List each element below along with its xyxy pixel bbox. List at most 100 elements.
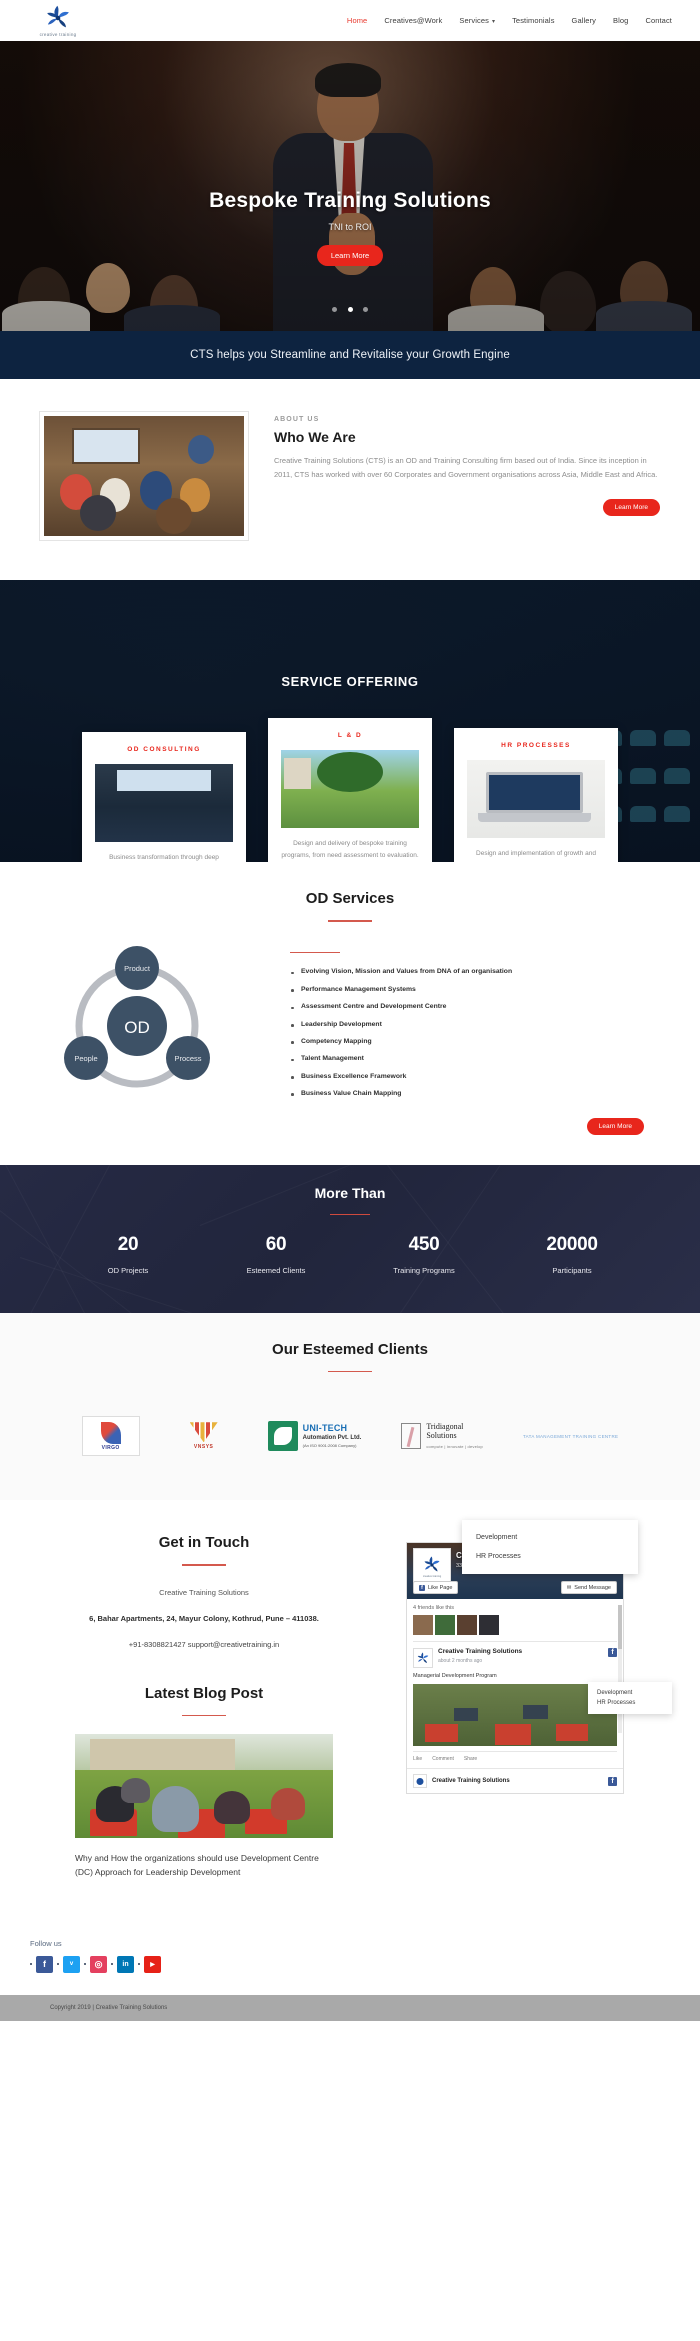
nav-item-blog[interactable]: Blog bbox=[613, 16, 628, 25]
facebook-comment-action[interactable]: Comment bbox=[432, 1756, 454, 1762]
nav-item-services[interactable]: Services ▾ bbox=[459, 16, 495, 25]
hero-title: Bespoke Training Solutions bbox=[209, 189, 491, 212]
client-logo-label: UNI-TECH bbox=[302, 1423, 348, 1434]
avatar-logo-text: creative training bbox=[422, 1575, 442, 1579]
service-card-image bbox=[467, 760, 605, 838]
facebook-post: Creative Training Solutions about 2 mont… bbox=[413, 1641, 617, 1762]
facebook-post-image[interactable] bbox=[413, 1684, 617, 1747]
hero-slide-dot-1[interactable] bbox=[332, 307, 338, 312]
follow-us-label: Follow us bbox=[30, 1938, 62, 1948]
client-logo-row: VIRGO VNSYS UNI-TECH Automation Pvt. Ltd… bbox=[30, 1414, 670, 1458]
od-learn-more-button[interactable]: Learn More bbox=[586, 1117, 644, 1135]
client-logo-virgo: VIRGO bbox=[81, 1414, 140, 1458]
svg-text:Product: Product bbox=[124, 964, 151, 973]
svg-text:People: People bbox=[74, 1054, 97, 1063]
stat-training-programs: 450 Training Programs bbox=[350, 1234, 498, 1275]
about-kicker: ABOUT US bbox=[274, 416, 320, 423]
nav-item-services-label: Services bbox=[459, 16, 489, 25]
social-separator-dot bbox=[57, 1963, 59, 1966]
service-card-image bbox=[281, 750, 419, 828]
about-paragraph: Creative Training Solutions (CTS) is an … bbox=[274, 456, 658, 479]
client-logo-line3: compute | innovate | develop bbox=[426, 1443, 483, 1449]
nav-menu: Home Creatives@Work Services ▾ Testimonia… bbox=[347, 16, 678, 25]
facebook-send-message-label: Send Message bbox=[574, 1584, 611, 1591]
od-services-heading: OD Services bbox=[305, 890, 395, 907]
stat-label: Esteemed Clients bbox=[246, 1265, 306, 1275]
pinwheel-logo-icon bbox=[47, 5, 69, 27]
dropdown-item-development[interactable]: Development bbox=[462, 1528, 638, 1547]
facebook-post-avatar bbox=[413, 1648, 433, 1669]
facebook-share-action[interactable]: Share bbox=[464, 1756, 477, 1762]
facebook-friends-text: 4 friends like this bbox=[413, 1605, 454, 1612]
facebook-widget-column: creative training Creative Training Solu… bbox=[396, 1520, 672, 1879]
od-list-item: Competency Mapping bbox=[290, 1033, 670, 1050]
navbar: creative training Home Creatives@Work Se… bbox=[0, 0, 700, 41]
tagline-banner: CTS helps you Streamline and Revitalise … bbox=[0, 331, 700, 379]
od-list-item: Leadership Development bbox=[290, 1015, 670, 1032]
follow-us-section: Follow us f ᵛ ◎ in ▶ bbox=[30, 1939, 670, 1995]
facebook-post-author[interactable]: Creative Training Solutions bbox=[438, 1648, 522, 1656]
facebook-post-text: Managerial Development Program bbox=[413, 1673, 497, 1680]
about-image bbox=[40, 412, 248, 540]
facebook-like-action[interactable]: Like bbox=[413, 1756, 422, 1762]
contact-divider bbox=[182, 1564, 226, 1566]
social-separator-dot bbox=[111, 1963, 113, 1966]
facebook-footer-name[interactable]: Creative Training Solutions bbox=[432, 1778, 510, 1784]
stat-participants: 20000 Participants bbox=[498, 1234, 646, 1275]
hero-slide-dot-2[interactable] bbox=[347, 307, 353, 312]
nav-item-gallery[interactable]: Gallery bbox=[572, 16, 596, 25]
service-card-desc: Business transformation through deep dia… bbox=[109, 854, 219, 861]
client-logo-vnsys: VNSYS bbox=[180, 1414, 228, 1458]
about-learn-more-button[interactable]: Learn More bbox=[602, 498, 660, 516]
od-services-list: Evolving Vision, Mission and Values from… bbox=[290, 938, 670, 1103]
client-logo-label: TATA MANAGEMENT TRAINING CENTRE bbox=[522, 1433, 619, 1439]
blog-post-title[interactable]: Why and How the organizations should use… bbox=[75, 1852, 333, 1878]
facebook-like-page-button[interactable]: f Like Page bbox=[413, 1581, 459, 1595]
social-separator-dot bbox=[84, 1963, 86, 1966]
contact-phone-email[interactable]: +91-8308821427 support@creativetraining.… bbox=[30, 1640, 378, 1649]
contact-heading: Get in Touch bbox=[158, 1534, 250, 1552]
facebook-like-page-label: Like Page bbox=[428, 1584, 453, 1591]
service-card-desc: Design and delivery of bespoke training … bbox=[281, 840, 419, 859]
instagram-icon[interactable]: ◎ bbox=[90, 1955, 107, 1973]
od-venn-diagram: OD Product People Process bbox=[30, 938, 280, 1106]
tooltip-item-hr-processes[interactable]: HR Processes bbox=[597, 1698, 663, 1708]
od-list-item: Business Value Chain Mapping bbox=[290, 1085, 670, 1102]
od-list-item: Assessment Centre and Development Centre bbox=[290, 998, 670, 1015]
facebook-post-actions: Like Comment Share bbox=[413, 1751, 617, 1762]
dropdown-item-hr-processes[interactable]: HR Processes bbox=[462, 1547, 638, 1566]
od-list-item: Business Excellence Framework bbox=[290, 1067, 670, 1084]
pinwheel-logo-icon bbox=[424, 1556, 440, 1572]
friend-avatar bbox=[413, 1615, 433, 1636]
service-card-od-consulting[interactable]: OD CONSULTING Business transformation th… bbox=[82, 732, 246, 862]
friend-avatar bbox=[479, 1615, 499, 1636]
youtube-icon[interactable]: ▶ bbox=[144, 1955, 161, 1973]
stat-label: Training Programs bbox=[393, 1265, 455, 1275]
twitter-icon[interactable]: ᵛ bbox=[63, 1955, 80, 1973]
facebook-send-message-button[interactable]: ✉ Send Message bbox=[560, 1581, 617, 1595]
hero-subtitle: TNI to ROI bbox=[328, 222, 372, 232]
nav-item-contact[interactable]: Contact bbox=[645, 16, 672, 25]
service-card-title: L & D bbox=[337, 732, 363, 739]
blog-post-image[interactable] bbox=[75, 1734, 333, 1839]
tooltip-item-development[interactable]: Development bbox=[597, 1688, 663, 1698]
client-logo-label: VNSYS bbox=[193, 1444, 214, 1451]
nav-item-creatives-at-work[interactable]: Creatives@Work bbox=[384, 16, 442, 25]
landing-page: creative training Home Creatives@Work Se… bbox=[0, 0, 700, 2021]
od-list-item: Talent Management bbox=[290, 1050, 670, 1067]
section-divider bbox=[328, 920, 372, 922]
service-card-desc: Design and implementation of growth and … bbox=[469, 850, 602, 862]
service-card-hr-processes[interactable]: HR PROCESSES Design and implementation o… bbox=[454, 728, 618, 862]
facebook-icon[interactable]: f bbox=[36, 1955, 53, 1973]
site-logo[interactable]: creative training bbox=[22, 5, 94, 37]
stat-value: 60 bbox=[265, 1233, 287, 1255]
facebook-friend-avatars bbox=[413, 1615, 617, 1636]
nav-item-testimonials[interactable]: Testimonials bbox=[512, 16, 554, 25]
od-list-item: Evolving Vision, Mission and Values from… bbox=[290, 963, 670, 980]
nav-item-home[interactable]: Home bbox=[347, 16, 367, 25]
hero-learn-more-button[interactable]: Learn More bbox=[316, 245, 384, 266]
linkedin-icon[interactable]: in bbox=[117, 1955, 134, 1973]
hero-slide-dot-3[interactable] bbox=[362, 307, 368, 312]
client-logo-tata: TATA MANAGEMENT TRAINING CENTRE bbox=[523, 1414, 618, 1458]
service-card-l-and-d[interactable]: L & D Design and delivery of bespoke tra… bbox=[268, 718, 432, 862]
